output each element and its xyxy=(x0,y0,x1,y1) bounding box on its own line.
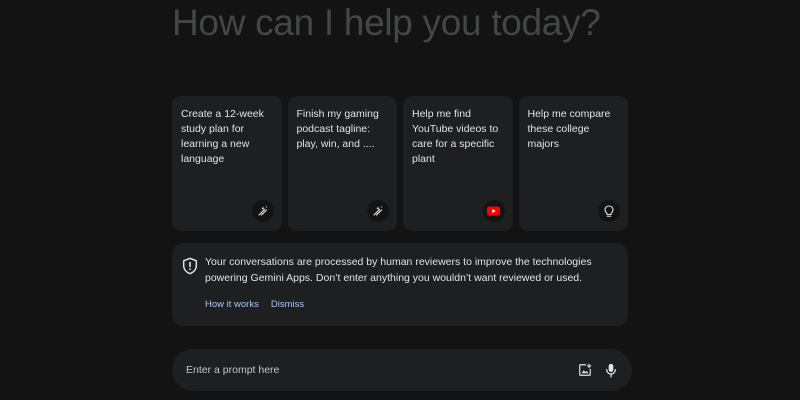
prompt-input[interactable] xyxy=(186,360,556,380)
suggestion-card-text: Create a 12-week study plan for learning… xyxy=(181,108,264,165)
prompt-bar xyxy=(172,349,632,391)
add-image-icon xyxy=(579,363,592,376)
suggestion-card-text: Finish my gaming podcast tagline: play, … xyxy=(296,108,379,150)
shield-icon xyxy=(182,257,198,275)
lightbulb-icon xyxy=(598,200,620,222)
microphone-icon xyxy=(606,363,616,377)
suggestion-card-text: Help me compare these college majors xyxy=(527,108,611,150)
how-it-works-link[interactable]: How it works xyxy=(205,299,259,310)
pencil-sparkle-icon xyxy=(251,200,274,222)
pencil-sparkle-icon xyxy=(367,200,389,222)
youtube-icon xyxy=(482,200,505,222)
gemini-home: How can I help you today? Create a 12-we… xyxy=(0,0,800,400)
suggestion-card-youtube-plant[interactable]: Help me find YouTube videos to care for … xyxy=(403,96,513,231)
microphone-button[interactable] xyxy=(601,360,621,380)
upload-image-button[interactable] xyxy=(575,360,595,380)
dismiss-button[interactable]: Dismiss xyxy=(271,299,304,310)
suggestion-card-study-plan[interactable]: Create a 12-week study plan for learning… xyxy=(172,96,282,231)
privacy-notice-text: Your conversations are processed by huma… xyxy=(205,256,592,284)
suggestion-cards: Create a 12-week study plan for learning… xyxy=(172,96,628,231)
suggestion-card-podcast-tagline[interactable]: Finish my gaming podcast tagline: play, … xyxy=(287,96,397,231)
suggestion-card-text: Help me find YouTube videos to care for … xyxy=(412,108,499,165)
greeting-heading: How can I help you today? xyxy=(172,2,601,43)
privacy-notice-actions: How it works Dismiss xyxy=(205,299,304,310)
suggestion-card-college-majors[interactable]: Help me compare these college majors xyxy=(518,96,628,231)
privacy-notice: Your conversations are processed by huma… xyxy=(172,243,628,326)
